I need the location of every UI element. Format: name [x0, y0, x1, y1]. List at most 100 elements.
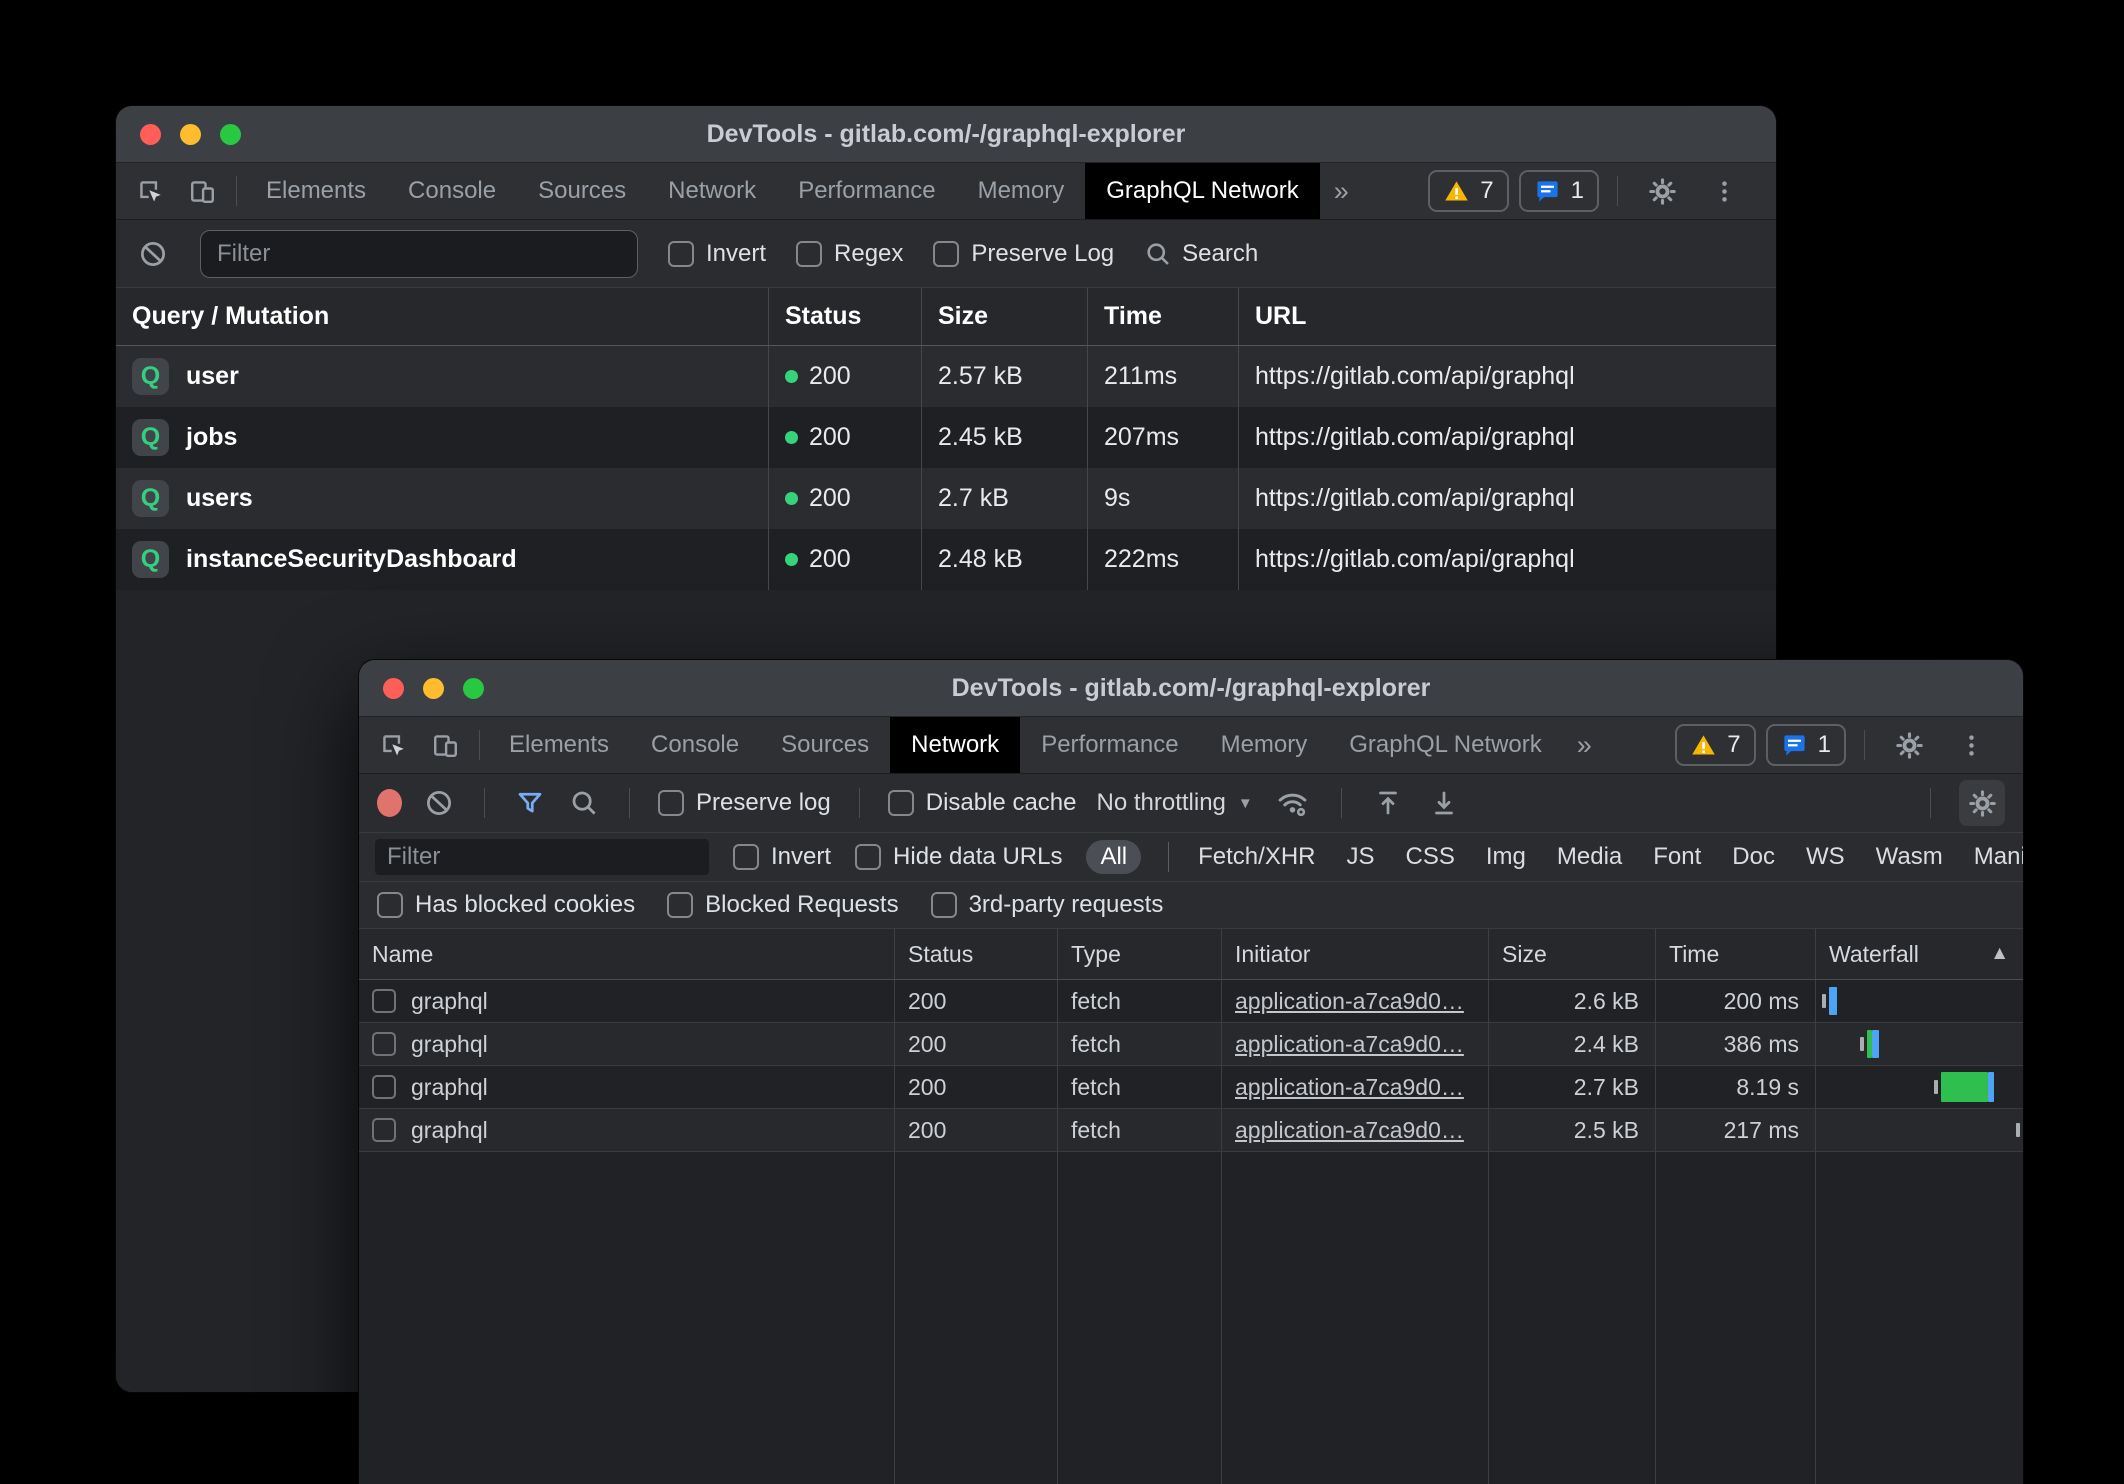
tab-graphql-network[interactable]: GraphQL Network	[1328, 717, 1563, 773]
column-header-query[interactable]: Query / Mutation	[116, 288, 768, 345]
issues-badge[interactable]: 1	[1519, 170, 1599, 212]
kebab-menu-icon[interactable]	[1945, 732, 1997, 759]
table-row[interactable]: graphql 200 fetch application-a7ca9d0… 2…	[359, 1023, 2023, 1066]
tab-performance[interactable]: Performance	[1020, 717, 1199, 773]
graphql-filter-input[interactable]	[200, 230, 638, 278]
third-party-requests-checkbox[interactable]: 3rd-party requests	[931, 891, 1164, 919]
warnings-badge[interactable]: 7	[1675, 724, 1755, 766]
tab-graphql-network[interactable]: GraphQL Network	[1085, 163, 1320, 219]
tab-performance[interactable]: Performance	[777, 163, 956, 219]
inspect-element-icon[interactable]	[367, 717, 419, 773]
table-row[interactable]: Qjobs 200 2.45 kB 207ms https://gitlab.c…	[116, 407, 1776, 468]
more-tabs-chevron-icon[interactable]: »	[1320, 163, 1363, 219]
tab-memory[interactable]: Memory	[1200, 717, 1329, 773]
record-button[interactable]	[377, 789, 402, 817]
has-blocked-cookies-checkbox[interactable]: Has blocked cookies	[377, 891, 635, 919]
close-window-button[interactable]	[383, 678, 404, 699]
tab-sources[interactable]: Sources	[517, 163, 647, 219]
row-checkbox[interactable]	[372, 1118, 396, 1142]
tab-elements[interactable]: Elements	[245, 163, 387, 219]
row-checkbox[interactable]	[372, 989, 396, 1013]
tab-sources[interactable]: Sources	[760, 717, 890, 773]
maximize-window-button[interactable]	[220, 124, 241, 145]
more-tabs-chevron-icon[interactable]: »	[1563, 717, 1606, 773]
minimize-window-button[interactable]	[423, 678, 444, 699]
tab-network[interactable]: Network	[647, 163, 777, 219]
initiator-link[interactable]: application-a7ca9d0…	[1235, 1117, 1464, 1144]
initiator-link[interactable]: application-a7ca9d0…	[1235, 1074, 1464, 1101]
export-har-icon[interactable]	[1426, 788, 1462, 818]
initiator-link[interactable]: application-a7ca9d0…	[1235, 1031, 1464, 1058]
type-filter-ws[interactable]: WS	[1804, 840, 1847, 874]
table-row[interactable]: Quser 200 2.57 kB 211ms https://gitlab.c…	[116, 346, 1776, 407]
row-checkbox[interactable]	[372, 1032, 396, 1056]
type-filter-css[interactable]: CSS	[1404, 840, 1457, 874]
column-header-time[interactable]: Time	[1087, 288, 1238, 345]
type-filter-manifest[interactable]: Manifest	[1972, 840, 2023, 874]
type-filter-img[interactable]: Img	[1484, 840, 1528, 874]
type-filter-doc[interactable]: Doc	[1730, 840, 1777, 874]
filter-funnel-icon[interactable]	[513, 788, 547, 818]
regex-checkbox[interactable]: Regex	[796, 240, 903, 268]
titlebar[interactable]: DevTools - gitlab.com/-/graphql-explorer	[359, 660, 2023, 717]
disable-cache-checkbox[interactable]: Disable cache	[888, 789, 1077, 817]
hide-data-urls-checkbox[interactable]: Hide data URLs	[855, 843, 1062, 871]
device-toolbar-icon[interactable]	[419, 717, 471, 773]
column-header-size[interactable]: Size	[921, 288, 1087, 345]
preserve-log-checkbox[interactable]: Preserve Log	[933, 240, 1114, 268]
minimize-window-button[interactable]	[180, 124, 201, 145]
kebab-menu-icon[interactable]	[1698, 178, 1750, 205]
type-filter-media[interactable]: Media	[1555, 840, 1624, 874]
initiator-link[interactable]: application-a7ca9d0…	[1235, 988, 1464, 1015]
blocked-requests-checkbox[interactable]: Blocked Requests	[667, 891, 898, 919]
type-filter-font[interactable]: Font	[1651, 840, 1703, 874]
column-header-size[interactable]: Size	[1488, 929, 1655, 979]
invert-checkbox[interactable]: Invert	[733, 843, 831, 871]
warnings-badge[interactable]: 7	[1428, 170, 1508, 212]
column-header-time[interactable]: Time	[1655, 929, 1815, 979]
titlebar[interactable]: DevTools - gitlab.com/-/graphql-explorer	[116, 106, 1776, 163]
tab-console[interactable]: Console	[387, 163, 517, 219]
clear-icon[interactable]	[136, 239, 170, 269]
row-checkbox[interactable]	[372, 1075, 396, 1099]
search-button[interactable]: Search	[1144, 240, 1258, 268]
column-header-initiator[interactable]: Initiator	[1221, 929, 1488, 979]
table-row[interactable]: graphql 200 fetch application-a7ca9d0… 2…	[359, 980, 2023, 1023]
column-header-status[interactable]: Status	[768, 288, 921, 345]
maximize-window-button[interactable]	[463, 678, 484, 699]
clear-icon[interactable]	[422, 788, 456, 818]
column-header-url[interactable]: URL	[1238, 288, 1776, 345]
table-row[interactable]: graphql 200 fetch application-a7ca9d0… 2…	[359, 1066, 2023, 1109]
inspect-element-icon[interactable]	[124, 163, 176, 219]
settings-gear-icon[interactable]	[1883, 730, 1935, 761]
tab-network[interactable]: Network	[890, 717, 1020, 773]
type-filter-all[interactable]: All	[1086, 840, 1141, 874]
preserve-log-checkbox[interactable]: Preserve log	[658, 789, 831, 817]
search-icon[interactable]	[567, 788, 601, 818]
table-row[interactable]: graphql 200 fetch application-a7ca9d0… 2…	[359, 1109, 2023, 1152]
type-filter-js[interactable]: JS	[1345, 840, 1377, 874]
close-window-button[interactable]	[140, 124, 161, 145]
invert-checkbox[interactable]: Invert	[668, 240, 766, 268]
column-header-name[interactable]: Name	[359, 929, 894, 979]
tab-elements[interactable]: Elements	[488, 717, 630, 773]
network-conditions-icon[interactable]	[1273, 787, 1313, 820]
settings-gear-icon[interactable]	[1636, 176, 1688, 207]
table-row[interactable]: Qusers 200 2.7 kB 9s https://gitlab.com/…	[116, 468, 1776, 529]
third-party-requests-label: 3rd-party requests	[969, 891, 1164, 919]
type-filter-wasm[interactable]: Wasm	[1874, 840, 1945, 874]
tab-memory[interactable]: Memory	[957, 163, 1086, 219]
type-filter-fetch-xhr[interactable]: Fetch/XHR	[1196, 840, 1317, 874]
tab-console[interactable]: Console	[630, 717, 760, 773]
throttling-dropdown[interactable]: No throttling ▼	[1096, 789, 1252, 817]
issues-badge[interactable]: 1	[1766, 724, 1846, 766]
column-header-type[interactable]: Type	[1057, 929, 1221, 979]
column-header-waterfall[interactable]: Waterfall ▲	[1815, 929, 2023, 979]
column-header-status[interactable]: Status	[894, 929, 1057, 979]
table-row[interactable]: QinstanceSecurityDashboard 200 2.48 kB 2…	[116, 529, 1776, 590]
network-filter-input[interactable]	[375, 839, 709, 875]
network-settings-gear-icon[interactable]	[1959, 780, 2005, 826]
size-cell: 2.7 kB	[1488, 1066, 1655, 1109]
import-har-icon[interactable]	[1370, 788, 1406, 818]
device-toolbar-icon[interactable]	[176, 163, 228, 219]
